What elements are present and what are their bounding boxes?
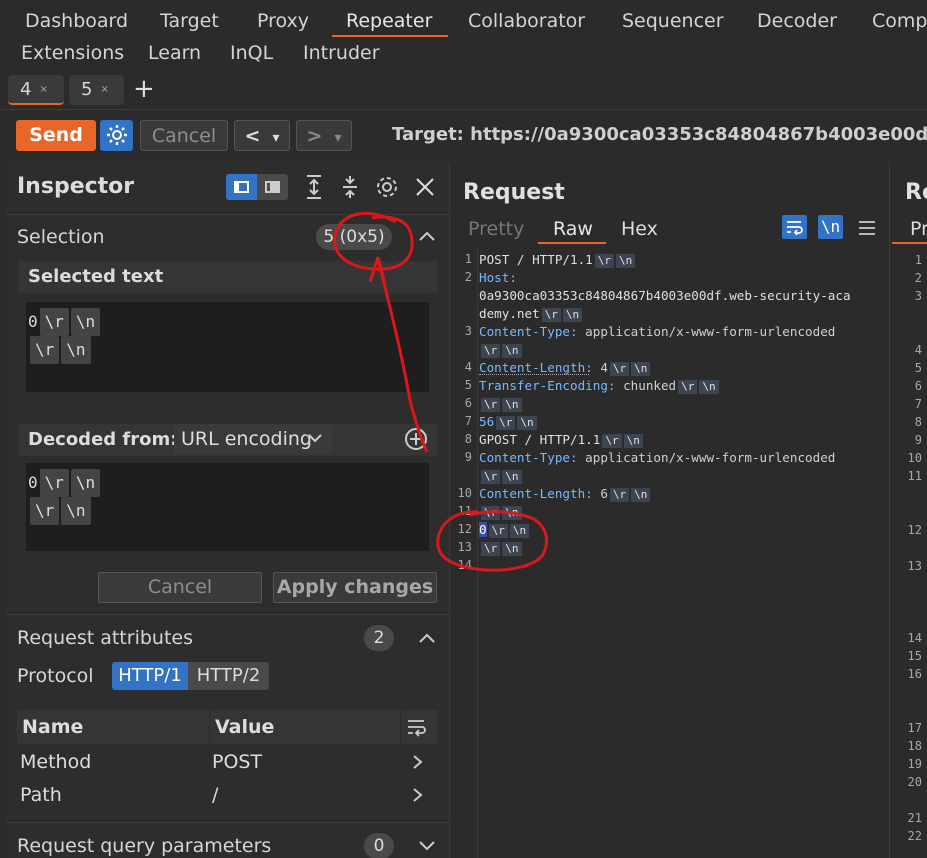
- annotation-arrow: [368, 256, 429, 453]
- annotation-circle-body: [436, 510, 548, 572]
- annotation-circle-selection: [333, 212, 414, 271]
- annotation-overlay: [333, 212, 548, 572]
